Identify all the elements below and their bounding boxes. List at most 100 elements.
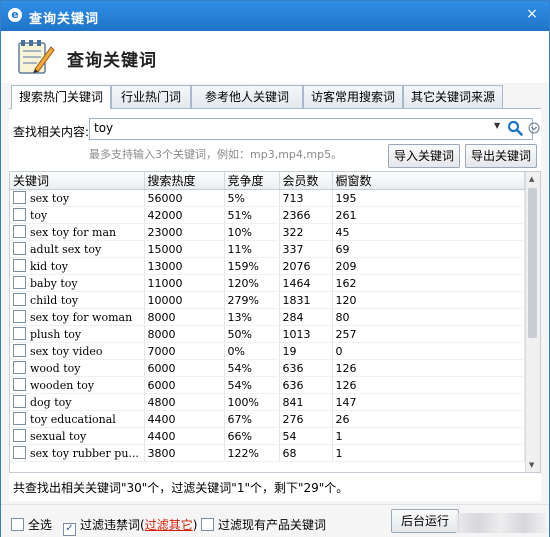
scrollbar-thumb[interactable]	[528, 188, 537, 338]
checkbox-icon[interactable]	[13, 327, 26, 340]
checkbox-icon[interactable]	[13, 361, 26, 374]
checkbox-icon[interactable]	[13, 293, 26, 306]
blurred-region	[456, 513, 546, 533]
cell-keyword[interactable]: toy educational	[10, 410, 145, 428]
run-in-background-button[interactable]: 后台运行	[391, 509, 459, 533]
checkbox-icon[interactable]	[201, 518, 214, 531]
table-row[interactable]: kid toy 13000 159% 2076 209	[10, 257, 525, 275]
filter-existing-products-checkbox[interactable]: 过滤现有产品关键词	[201, 516, 326, 533]
cell-keyword[interactable]: plush toy	[10, 325, 145, 343]
cell-competition: 54%	[224, 359, 280, 377]
table-header-row: 关键词 搜索热度 竞争度 会员数 橱窗数	[10, 172, 525, 190]
cell-keyword[interactable]: child toy	[10, 291, 145, 309]
checkbox-icon[interactable]	[11, 518, 24, 531]
table-row[interactable]: dog toy 4800 100% 841 147	[10, 393, 525, 411]
cell-keyword[interactable]: baby toy	[10, 274, 145, 292]
checkbox-checked-icon[interactable]: ✓	[63, 523, 76, 536]
cell-keyword[interactable]: sex toy rubber pu...	[10, 444, 145, 462]
filter-banned-checkbox[interactable]: ✓ 过滤违禁词(过滤其它)	[63, 516, 197, 536]
cell-keyword[interactable]: wooden toy	[10, 376, 145, 394]
cell-keyword[interactable]: sex toy	[10, 189, 145, 207]
cell-members: 841	[279, 393, 333, 411]
table-row[interactable]: child toy 10000 279% 1831 120	[10, 291, 525, 309]
table-row[interactable]: sex toy video 7000 0% 19 0	[10, 342, 525, 360]
cell-keyword[interactable]: sex toy for woman	[10, 308, 145, 326]
keyword-text: sexual toy	[30, 430, 87, 443]
cell-showcases: 147	[332, 393, 525, 411]
checkbox-icon[interactable]	[13, 429, 26, 442]
table-row[interactable]: sex toy 56000 5% 713 195	[10, 189, 525, 207]
checkbox-icon[interactable]	[13, 225, 26, 238]
dropdown-arrow-icon[interactable]: ▼	[494, 121, 500, 130]
cell-keyword[interactable]: adult sex toy	[10, 240, 145, 258]
checkbox-icon[interactable]	[13, 412, 26, 425]
cell-showcases: 69	[332, 240, 525, 258]
column-header-keyword[interactable]: 关键词	[10, 172, 145, 190]
cell-showcases: 45	[332, 223, 525, 241]
tab-reference-others-keywords[interactable]: 参考他人关键词	[191, 85, 303, 109]
chevron-down-circle-icon[interactable]	[528, 122, 540, 134]
cell-keyword[interactable]: wood toy	[10, 359, 145, 377]
table-row[interactable]: toy educational 4400 67% 276 26	[10, 410, 525, 428]
table-row[interactable]: wood toy 6000 54% 636 126	[10, 359, 525, 377]
keyword-text: sex toy rubber pu...	[30, 447, 139, 460]
select-all-checkbox[interactable]: 全选	[11, 516, 52, 533]
checkbox-icon[interactable]	[13, 208, 26, 221]
checkbox-icon[interactable]	[13, 259, 26, 272]
tab-panel: 查找相关内容: toy ▼ 最多支持输入3个关键词，例如：mp3,mp4,mp5…	[9, 109, 541, 501]
tab-visitor-search-words[interactable]: 访客常用搜索词	[303, 85, 403, 109]
close-icon[interactable]: ×	[525, 6, 539, 22]
checkbox-icon[interactable]	[13, 344, 26, 357]
export-keywords-button[interactable]: 导出关键词	[465, 144, 537, 168]
title-bar[interactable]: e 查询关键词 ×	[1, 1, 549, 31]
cell-showcases: 257	[332, 325, 525, 343]
tab-industry-hot-words[interactable]: 行业热门词	[111, 85, 191, 109]
keyword-text: child toy	[30, 294, 79, 307]
column-header-competition[interactable]: 竞争度	[224, 172, 280, 190]
cell-search-heat: 10000	[144, 291, 225, 309]
search-icon[interactable]	[506, 119, 524, 137]
cell-members: 19	[279, 342, 333, 360]
cell-keyword[interactable]: kid toy	[10, 257, 145, 275]
table-row[interactable]: sex toy for woman 8000 13% 284 80	[10, 308, 525, 326]
checkbox-icon[interactable]	[13, 242, 26, 255]
cell-keyword[interactable]: dog toy	[10, 393, 145, 411]
column-header-search-heat[interactable]: 搜索热度	[144, 172, 225, 190]
checkbox-icon[interactable]	[13, 446, 26, 459]
table-row[interactable]: plush toy 8000 50% 1013 257	[10, 325, 525, 343]
table-row[interactable]: toy 42000 51% 2366 261	[10, 206, 525, 224]
table-row[interactable]: wooden toy 6000 54% 636 126	[10, 376, 525, 394]
cell-keyword[interactable]: toy	[10, 206, 145, 224]
scroll-down-icon[interactable]: ▼	[529, 461, 534, 469]
keyword-text: sex toy for woman	[30, 311, 133, 324]
table-row[interactable]: sex toy rubber pu... 3800 122% 68 1	[10, 444, 525, 462]
checkbox-icon[interactable]	[13, 276, 26, 289]
checkbox-icon[interactable]	[13, 395, 26, 408]
cell-members: 276	[279, 410, 333, 428]
cell-keyword[interactable]: sex toy video	[10, 342, 145, 360]
notepad-pencil-icon	[18, 40, 55, 74]
cell-search-heat: 8000	[144, 325, 225, 343]
table-row[interactable]: baby toy 11000 120% 1464 162	[10, 274, 525, 292]
vertical-scrollbar[interactable]: ▲ ▼	[525, 172, 540, 472]
cell-search-heat: 23000	[144, 223, 225, 241]
checkbox-icon[interactable]	[13, 378, 26, 391]
tab-other-keyword-sources[interactable]: 其它关键词来源	[403, 85, 503, 109]
cell-competition: 51%	[224, 206, 280, 224]
checkbox-icon[interactable]	[13, 310, 26, 323]
scroll-up-icon[interactable]: ▲	[529, 175, 534, 183]
column-header-showcases[interactable]: 橱窗数	[332, 172, 525, 190]
window-title: 查询关键词	[29, 12, 100, 27]
column-header-members[interactable]: 会员数	[279, 172, 333, 190]
table-row[interactable]: sex toy for man 23000 10% 322 45	[10, 223, 525, 241]
import-keywords-button[interactable]: 导入关键词	[388, 144, 460, 168]
table-row[interactable]: adult sex toy 15000 11% 337 69	[10, 240, 525, 258]
checkbox-icon[interactable]	[13, 191, 26, 204]
tab-hot-search-keywords[interactable]: 搜索热门关键词	[11, 85, 111, 109]
table-row[interactable]: sexual toy 4400 66% 54 1	[10, 427, 525, 445]
cell-showcases: 1	[332, 444, 525, 462]
cell-keyword[interactable]: sexual toy	[10, 427, 145, 445]
filter-other-link[interactable]: 过滤其它	[145, 518, 193, 532]
cell-keyword[interactable]: sex toy for man	[10, 223, 145, 241]
query-input[interactable]: toy ▼	[89, 118, 540, 140]
